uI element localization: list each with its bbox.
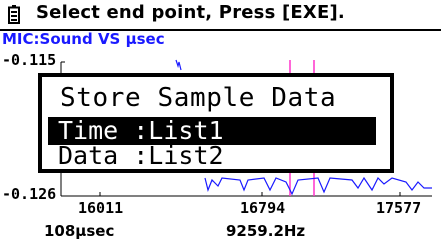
waveform-upper [175,59,182,71]
store-sample-data-dialog: Store Sample Data Time :List1 Data :List… [38,73,394,173]
y-axis-max-label: -0.115 [2,51,57,69]
frequency-readout: 9259.2Hz [226,222,306,240]
x-tick-label: 16011 [78,199,124,217]
calculator-screen: Select end point, Press [EXE]. MIC:Sound… [0,0,441,244]
menu-item-data[interactable]: Data :List2 [48,142,376,170]
sample-interval-readout: 108µsec [44,222,115,240]
y-axis-min-label: -0.126 [2,185,57,203]
x-tick-label: 17577 [376,199,422,217]
dialog-title: Store Sample Data [60,83,337,113]
x-tick-label: 16794 [240,199,286,217]
waveform-lower [204,176,432,196]
graph-title: MIC:Sound VS µsec [2,30,165,48]
